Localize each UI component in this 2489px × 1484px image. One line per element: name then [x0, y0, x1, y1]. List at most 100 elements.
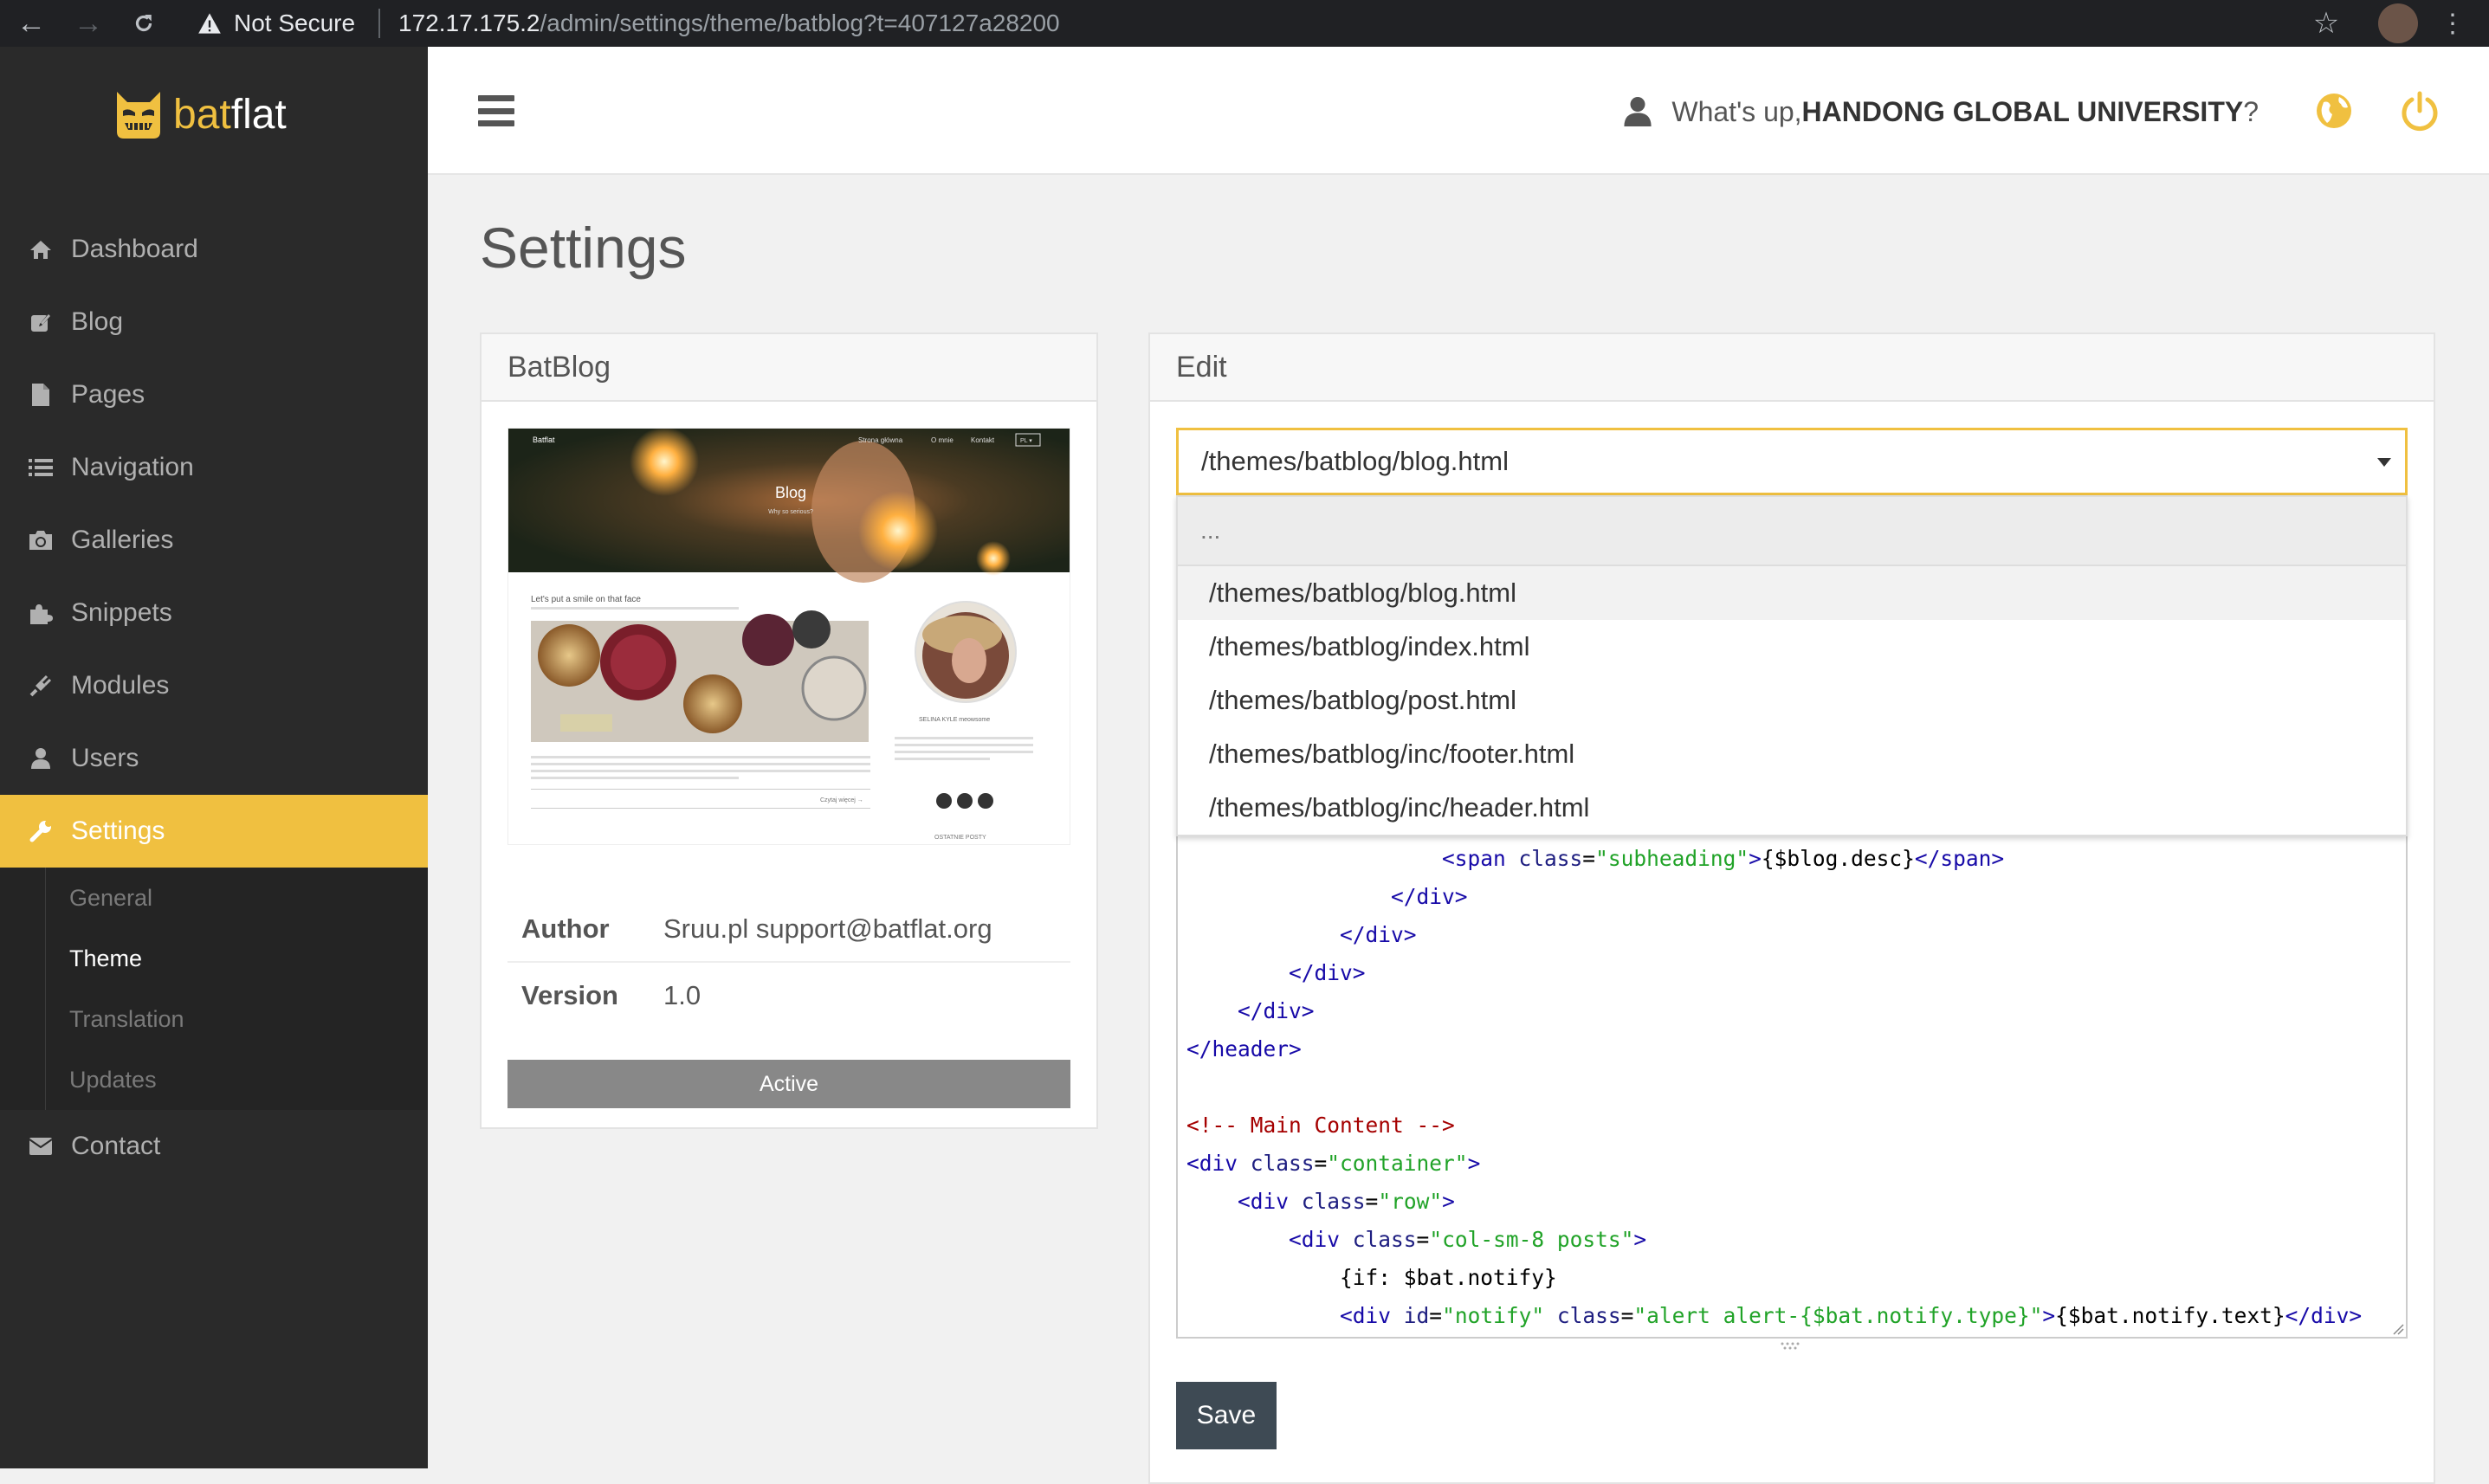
file-icon [28, 382, 54, 408]
code-line[interactable]: </div> [1186, 916, 2362, 954]
sidebar-item-label: Galleries [71, 526, 174, 554]
selected-file: /themes/batblog/blog.html [1201, 446, 1509, 476]
code-line[interactable]: <span class="subheading">{$blog.desc}</s… [1186, 840, 2362, 878]
save-button[interactable]: Save [1176, 1382, 1277, 1449]
preview-nav-contact: Kontakt [971, 436, 995, 444]
code-token: <div [1289, 1227, 1353, 1252]
resize-handle-icon[interactable] [2392, 1323, 2404, 1335]
code-token: = [1582, 846, 1596, 871]
address-bar[interactable]: 172.17.175.2/admin/settings/theme/batblo… [398, 0, 1060, 47]
dropdown-option[interactable]: /themes/batblog/blog.html [1178, 566, 2406, 620]
security-indicator[interactable]: Not Secure [197, 0, 355, 47]
back-icon[interactable]: ← [14, 0, 48, 47]
code-token: > [2042, 1303, 2056, 1328]
code-line[interactable]: {if: $bat.notify} [1186, 1259, 2362, 1297]
sidebar-item-users[interactable]: Users [0, 722, 428, 795]
sidebar-item-navigation[interactable]: Navigation [0, 431, 428, 504]
batflat-logo[interactable]: batflat [114, 80, 287, 149]
code-line[interactable]: ​ [1186, 1068, 2362, 1107]
browser-menu-icon[interactable]: ⋮ [2435, 0, 2470, 47]
user-name[interactable]: HANDONG GLOBAL UNIVERSITY [1802, 96, 2244, 128]
code-token: {if: $bat.notify} [1340, 1265, 1557, 1290]
code-token: = [1429, 1303, 1443, 1328]
preview-recent-posts: OSTATNIE POSTY [934, 835, 986, 841]
code-token: "subheading" [1595, 846, 1749, 871]
not-secure-label: Not Secure [234, 10, 356, 36]
sidebar-item-snippets[interactable]: Snippets [0, 577, 428, 649]
code-line[interactable]: <div id="notify" class="alert alert-{$ba… [1186, 1297, 2362, 1335]
code-line[interactable]: </header> [1186, 1030, 2362, 1068]
sidebar-item-dashboard[interactable]: Dashboard [0, 213, 428, 286]
code-token: <span [1442, 846, 1519, 871]
sidebar-item-settings[interactable]: Settings [0, 795, 428, 868]
code-line[interactable]: <div class="row"> [1186, 1183, 2362, 1221]
version-value: 1.0 [663, 980, 701, 1010]
preview-post-title: Let's put a smile on that face [531, 595, 641, 604]
editor-grip-icon[interactable] [1774, 1339, 1808, 1350]
page-title: Settings [480, 216, 687, 280]
dropdown-search-input[interactable]: ... [1178, 497, 2406, 566]
code-token: > [1442, 1189, 1455, 1214]
theme-active-button[interactable]: Active [507, 1060, 1070, 1108]
sidebar-item-galleries[interactable]: Galleries [0, 504, 428, 577]
code-token: class [1301, 1189, 1366, 1214]
sidebar-item-pages[interactable]: Pages [0, 358, 428, 431]
submenu-item-translation[interactable]: Translation [0, 989, 428, 1049]
code-editor[interactable]: <span class="subheading">{$blog.desc}</s… [1176, 835, 2408, 1339]
code-token: = [1620, 1303, 1634, 1328]
code-token: </div> [2285, 1303, 2363, 1328]
submenu-item-updates[interactable]: Updates [0, 1049, 428, 1110]
dropdown-option[interactable]: /themes/batblog/inc/footer.html [1178, 727, 2406, 781]
preview-nav-home: Strona główna [858, 436, 903, 444]
theme-panel-title: BatBlog [482, 334, 1096, 402]
forward-icon[interactable]: → [71, 0, 106, 47]
version-row: Version 1.0 [507, 963, 1070, 1029]
file-select[interactable]: /themes/batblog/blog.html [1176, 428, 2408, 495]
sidebar: batflat Dashboard Blog Pages Navigation … [0, 47, 428, 1468]
code-token: {$blog.desc} [1761, 846, 1915, 871]
profile-avatar[interactable] [2378, 3, 2418, 43]
code-token: "row" [1378, 1189, 1443, 1214]
code-token: class [1250, 1151, 1315, 1176]
code-line[interactable]: <!-- Main Content --> [1186, 1107, 2362, 1145]
preview-hero-subtitle: Why so serious? [768, 509, 813, 515]
code-line[interactable]: </div> [1186, 878, 2362, 916]
code-token: <!-- Main Content --> [1186, 1113, 1455, 1138]
dropdown-option[interactable]: /themes/batblog/inc/header.html [1178, 781, 2406, 835]
top-header: What's up, HANDONG GLOBAL UNIVERSITY? [428, 47, 2489, 175]
code-token: <div [1186, 1151, 1251, 1176]
browser-toolbar: ← → Not Secure 172.17.175.2/admin/settin… [0, 0, 2489, 47]
code-line[interactable]: </div> [1186, 992, 2362, 1030]
code-token: <div [1238, 1189, 1302, 1214]
sidebar-item-modules[interactable]: Modules [0, 649, 428, 722]
url-path: /admin/settings/theme/batblog?t=407127a2… [540, 10, 1060, 36]
dropdown-option[interactable]: /themes/batblog/post.html [1178, 674, 2406, 727]
user-icon [28, 745, 54, 771]
power-icon[interactable] [2395, 87, 2444, 135]
file-dropdown: ... /themes/batblog/blog.html /themes/ba… [1176, 495, 2408, 836]
code-line[interactable]: <div class="col-sm-8 posts"> [1186, 1221, 2362, 1259]
caret-down-icon [2377, 458, 2391, 467]
code-line[interactable]: </div> [1186, 954, 2362, 992]
sidebar-item-label: Blog [71, 307, 124, 336]
warning-icon [198, 13, 221, 34]
sidebar-item-label: Navigation [71, 453, 194, 481]
hamburger-menu-icon[interactable] [478, 95, 514, 126]
preview-hero-title: Blog [775, 484, 806, 501]
code-token: "container" [1327, 1151, 1468, 1176]
submenu-item-theme[interactable]: Theme [0, 928, 428, 989]
dropdown-option[interactable]: /themes/batblog/index.html [1178, 620, 2406, 674]
sidebar-item-blog[interactable]: Blog [0, 286, 428, 358]
submenu-item-general[interactable]: General [0, 868, 428, 928]
theme-preview-image: Batflat Strona główna O mnie Kontakt PL … [507, 428, 1070, 845]
code-line[interactable]: <div class="container"> [1186, 1145, 2362, 1183]
reload-icon[interactable] [126, 0, 161, 47]
sidebar-item-contact[interactable]: Contact [0, 1110, 428, 1183]
code-content[interactable]: <span class="subheading">{$blog.desc}</s… [1186, 840, 2362, 1335]
globe-icon[interactable] [2310, 87, 2358, 135]
code-token: </header> [1186, 1036, 1302, 1061]
home-icon [28, 236, 54, 262]
bookmark-star-icon[interactable]: ☆ [2309, 0, 2344, 47]
bat-logo-icon [117, 92, 160, 139]
